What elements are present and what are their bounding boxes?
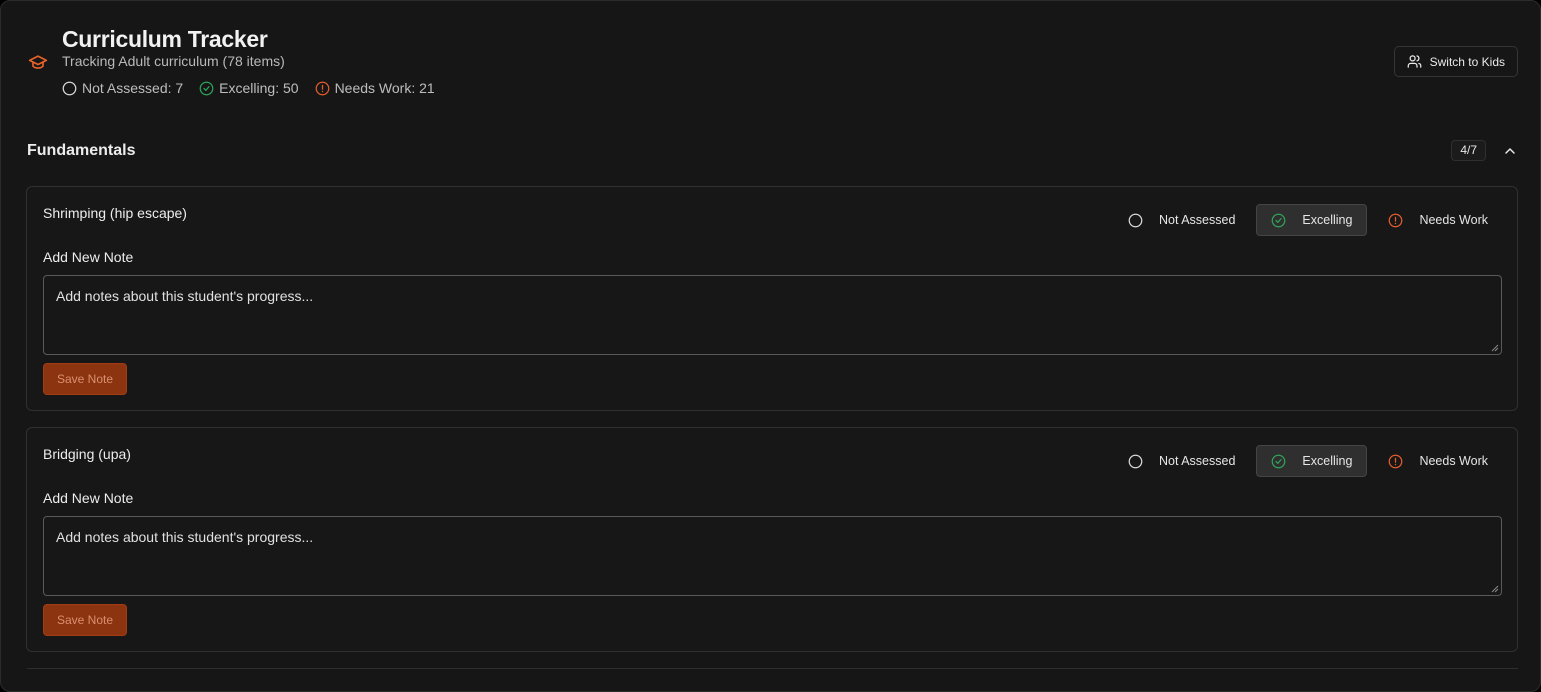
status-option-not-assessed[interactable]: Not Assessed — [1113, 204, 1250, 236]
page-header: Curriculum Tracker Tracking Adult curric… — [27, 26, 1518, 106]
check-circle-icon — [199, 81, 214, 95]
save-note-button[interactable]: Save Note — [43, 604, 127, 636]
section-divider — [27, 668, 1518, 669]
resize-handle-icon[interactable] — [1491, 585, 1499, 593]
status-selector: Not Assessed Excelling Needs Work — [1107, 204, 1503, 236]
status-option-needs-work[interactable]: Needs Work — [1373, 445, 1503, 477]
item-title: Bridging (upa) — [43, 446, 131, 462]
circle-icon — [1128, 213, 1143, 227]
status-option-label: Not Assessed — [1158, 213, 1236, 227]
item-title: Shrimping (hip escape) — [43, 205, 187, 221]
alert-circle-icon — [1389, 454, 1403, 468]
status-option-excelling[interactable]: Excelling — [1256, 445, 1368, 477]
progress-count-badge: 4/7 — [1451, 140, 1486, 161]
curriculum-item-card: Shrimping (hip escape) Not Assessed Exce… — [26, 186, 1518, 411]
graduation-cap-icon — [28, 55, 48, 69]
status-option-label: Not Assessed — [1158, 454, 1236, 468]
add-note-label: Add New Note — [43, 249, 134, 265]
section-header[interactable]: Fundamentals 4/7 — [27, 140, 1518, 162]
stat-not-assessed-label: Not Assessed: 7 — [82, 80, 184, 96]
note-placeholder: Add notes about this student's progress.… — [56, 529, 314, 545]
circle-icon — [62, 81, 77, 95]
alert-circle-icon — [315, 81, 329, 95]
status-option-excelling[interactable]: Excelling — [1256, 204, 1368, 236]
status-option-label: Needs Work — [1419, 454, 1488, 468]
check-circle-icon — [1272, 213, 1286, 227]
stat-excelling: Excelling: 50 — [199, 80, 299, 96]
circle-icon — [1128, 454, 1143, 468]
status-option-not-assessed[interactable]: Not Assessed — [1113, 445, 1250, 477]
page-subtitle: Tracking Adult curriculum (78 items) — [62, 53, 285, 69]
status-option-needs-work[interactable]: Needs Work — [1373, 204, 1503, 236]
save-note-button[interactable]: Save Note — [43, 363, 127, 395]
switch-to-kids-button[interactable]: Switch to Kids — [1393, 46, 1518, 77]
status-option-label: Excelling — [1302, 213, 1353, 227]
note-textarea[interactable]: Add notes about this student's progress.… — [43, 275, 1502, 355]
curriculum-item-card: Bridging (upa) Not Assessed Excelling Ne… — [26, 427, 1518, 652]
section-title: Fundamentals — [27, 142, 136, 159]
status-selector: Not Assessed Excelling Needs Work — [1107, 445, 1503, 477]
check-circle-icon — [1272, 454, 1286, 468]
status-option-label: Needs Work — [1419, 213, 1488, 227]
app-window: Curriculum Tracker Tracking Adult curric… — [0, 0, 1541, 692]
stat-excelling-label: Excelling: 50 — [219, 80, 299, 96]
status-option-label: Excelling — [1302, 454, 1353, 468]
page-title: Curriculum Tracker — [62, 26, 268, 52]
alert-circle-icon — [1389, 213, 1403, 227]
users-icon — [1407, 55, 1421, 68]
chevron-up-icon[interactable] — [1502, 143, 1518, 159]
stat-needs-work: Needs Work: 21 — [315, 80, 435, 96]
resize-handle-icon[interactable] — [1491, 344, 1499, 352]
status-summary: Not Assessed: 7 Excelling: 50 Needs Work… — [62, 80, 451, 96]
note-placeholder: Add notes about this student's progress.… — [56, 288, 314, 304]
switch-to-kids-label: Switch to Kids — [1429, 54, 1505, 69]
stat-needs-work-label: Needs Work: 21 — [334, 80, 435, 96]
add-note-label: Add New Note — [43, 490, 134, 506]
note-textarea[interactable]: Add notes about this student's progress.… — [43, 516, 1502, 596]
stat-not-assessed: Not Assessed: 7 — [62, 80, 183, 96]
